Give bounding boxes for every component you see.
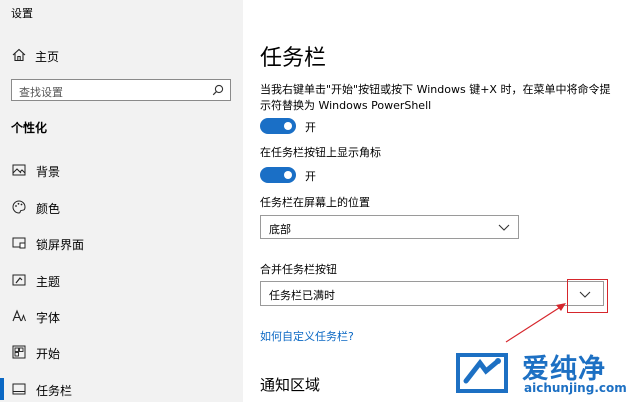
search-input[interactable]: 查找设置 <box>11 79 231 101</box>
powershell-setting-label: 当我右键单击"开始"按钮或按下 Windows 键+X 时，在菜单中将命令提示符… <box>260 83 611 112</box>
notification-area-heading: 通知区域 <box>260 376 321 394</box>
combine-dropdown[interactable]: 任务栏已满时 <box>260 281 604 306</box>
sidebar-item-home[interactable]: 主页 <box>0 44 243 68</box>
page-title: 任务栏 <box>260 46 327 71</box>
lockscreen-icon <box>12 237 26 249</box>
theme-icon <box>12 274 26 286</box>
aichunjing-logo-icon <box>456 353 508 393</box>
badges-setting-label: 在任务栏按钮上显示角标 <box>260 146 381 159</box>
image-icon <box>12 164 26 176</box>
search-icon[interactable] <box>212 84 224 96</box>
window-title: 设置 <box>11 7 33 20</box>
sidebar-item-start[interactable]: 开始 <box>0 339 243 365</box>
customize-taskbar-link[interactable]: 如何自定义任务栏? <box>260 328 354 344</box>
sidebar-item-label: 主题 <box>36 275 61 289</box>
position-label: 任务栏在屏幕上的位置 <box>260 196 370 209</box>
badges-toggle-state: 开 <box>305 170 316 183</box>
sidebar-item-themes[interactable]: 主题 <box>0 267 243 293</box>
sidebar-item-label: 开始 <box>36 347 61 361</box>
search-placeholder: 查找设置 <box>19 86 63 99</box>
taskbar-icon <box>12 383 26 395</box>
sidebar-item-taskbar[interactable]: 任务栏 <box>0 376 243 402</box>
combine-label: 合并任务栏按钮 <box>260 263 337 276</box>
sidebar-item-fonts[interactable]: 字体 <box>0 303 243 329</box>
sidebar-item-background[interactable]: 背景 <box>0 157 243 183</box>
badges-toggle[interactable] <box>260 167 296 183</box>
home-icon <box>12 48 26 62</box>
powershell-toggle[interactable] <box>260 118 296 134</box>
position-dropdown[interactable]: 底部 <box>260 215 519 239</box>
sidebar-item-label: 主页 <box>35 50 60 64</box>
chevron-down-icon <box>498 224 510 231</box>
sidebar-item-label: 锁屏界面 <box>36 238 85 252</box>
position-value: 底部 <box>269 223 291 236</box>
main-content: 任务栏 当我右键单击"开始"按钮或按下 Windows 键+X 时，在菜单中将命… <box>243 0 640 402</box>
watermark: 爱纯净 aichunjing.com <box>452 343 640 402</box>
sidebar-item-label: 任务栏 <box>36 384 73 398</box>
section-heading: 个性化 <box>11 121 48 135</box>
palette-icon <box>12 200 26 214</box>
annotation-box <box>567 279 608 313</box>
powershell-toggle-state: 开 <box>305 121 316 134</box>
sidebar-item-label: 背景 <box>36 165 61 179</box>
sidebar-item-lockscreen[interactable]: 锁屏界面 <box>0 230 243 256</box>
combine-value: 任务栏已满时 <box>269 289 335 302</box>
sidebar-item-label: 字体 <box>36 311 61 325</box>
sidebar: 设置 主页 查找设置 个性化 背景 颜色 锁屏界面 主题 字体 开始 任务栏 <box>0 0 243 402</box>
sidebar-item-colors[interactable]: 颜色 <box>0 194 243 220</box>
font-icon <box>12 309 26 322</box>
watermark-url: aichunjing.com <box>524 381 627 395</box>
start-icon <box>12 345 26 359</box>
sidebar-item-label: 颜色 <box>36 202 61 216</box>
